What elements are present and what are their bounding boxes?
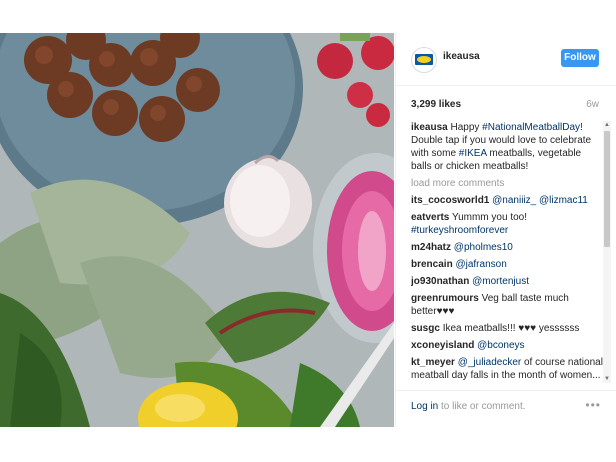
comment-row: greenrumours Veg ball taste much better♥… <box>411 292 604 318</box>
comments-scrollbar[interactable]: ▲ ▼ <box>603 121 611 383</box>
comment-row: eatverts Yummm you too! #turkeyshroomfor… <box>411 211 604 237</box>
post-photo[interactable] <box>0 33 394 427</box>
scrollbar-thumb[interactable] <box>604 131 610 247</box>
hashtag-or-mention-link[interactable]: @mortenjust <box>472 276 529 287</box>
hashtag-or-mention-link[interactable]: @bconeys <box>477 340 524 351</box>
ikea-logo-icon <box>415 54 433 65</box>
hashtag-or-mention-link[interactable]: #IKEA <box>459 148 487 159</box>
hashtag-or-mention-link[interactable]: #NationalMeatballDay! <box>482 122 583 133</box>
post-header: ikeausa Follow <box>396 33 616 86</box>
post-footer: Log in to like or comment. ••• <box>396 390 616 428</box>
comment-text: Yummm you too! <box>451 212 527 223</box>
comments-list: ikeausa Happy #NationalMeatballDay! Doub… <box>411 121 604 383</box>
hashtag-or-mention-link[interactable]: @_juliadecker <box>458 357 522 368</box>
login-link[interactable]: Log in <box>411 401 438 412</box>
login-prompt-text: to like or comment. <box>438 401 526 412</box>
comment-username[interactable]: brencain <box>411 259 453 270</box>
comment-username[interactable]: its_cocosworld1 <box>411 195 489 206</box>
hashtag-or-mention-link[interactable]: @naniiiz_ <box>492 195 536 206</box>
time-ago[interactable]: 6w <box>586 99 599 110</box>
comment-username[interactable]: susgc <box>411 323 440 334</box>
avatar[interactable] <box>411 47 437 73</box>
load-more-comments[interactable]: load more comments <box>411 177 604 190</box>
caption-username[interactable]: ikeausa <box>411 122 448 133</box>
post-side-panel: ikeausa Follow 3,299 likes 6w ikeausa Ha… <box>395 33 616 427</box>
food-photo-illustration <box>0 33 394 427</box>
scroll-down-arrow-icon[interactable]: ▼ <box>603 375 611 383</box>
username[interactable]: ikeausa <box>443 51 480 62</box>
comment-username[interactable]: m24hatz <box>411 242 451 253</box>
caption: ikeausa Happy #NationalMeatballDay! Doub… <box>411 121 604 173</box>
comment-username[interactable]: kt_meyer <box>411 357 455 368</box>
hashtag-or-mention-link[interactable]: @pholmes10 <box>454 242 513 253</box>
comment-username[interactable]: eatverts <box>411 212 449 223</box>
follow-button[interactable]: Follow <box>561 49 599 67</box>
hashtag-or-mention-link[interactable]: #turkeyshroomforever <box>411 225 508 236</box>
comment-row: its_cocosworld1 @naniiiz_ @lizmac11 <box>411 194 604 207</box>
comment-text: Happy <box>450 122 483 133</box>
comment-row: susgc Ikea meatballs!!! ♥♥♥ yessssss <box>411 322 604 335</box>
hashtag-or-mention-link[interactable]: @lizmac11 <box>539 195 588 206</box>
comment-row: kt_meyer @_juliadecker of course nationa… <box>411 356 604 383</box>
comment-text: Ikea meatballs!!! ♥♥♥ yessssss <box>442 323 580 334</box>
comment-username[interactable]: jo930nathan <box>411 276 469 287</box>
comment-username[interactable]: xconeyisland <box>411 340 474 351</box>
comment-row: m24hatz @pholmes10 <box>411 241 604 254</box>
comment-username[interactable]: greenrumours <box>411 293 479 304</box>
comment-row: jo930nathan @mortenjust <box>411 275 604 288</box>
likes-count[interactable]: 3,299 likes <box>411 99 461 110</box>
more-options-icon[interactable]: ••• <box>585 398 601 412</box>
login-prompt: Log in to like or comment. <box>411 401 526 412</box>
scroll-up-arrow-icon[interactable]: ▲ <box>603 121 611 129</box>
instagram-post: ikeausa Follow 3,299 likes 6w ikeausa Ha… <box>0 33 616 427</box>
comment-row: brencain @jafranson <box>411 258 604 271</box>
comment-row: xconeyisland @bconeys <box>411 339 604 352</box>
hashtag-or-mention-link[interactable]: @jafranson <box>455 259 506 270</box>
